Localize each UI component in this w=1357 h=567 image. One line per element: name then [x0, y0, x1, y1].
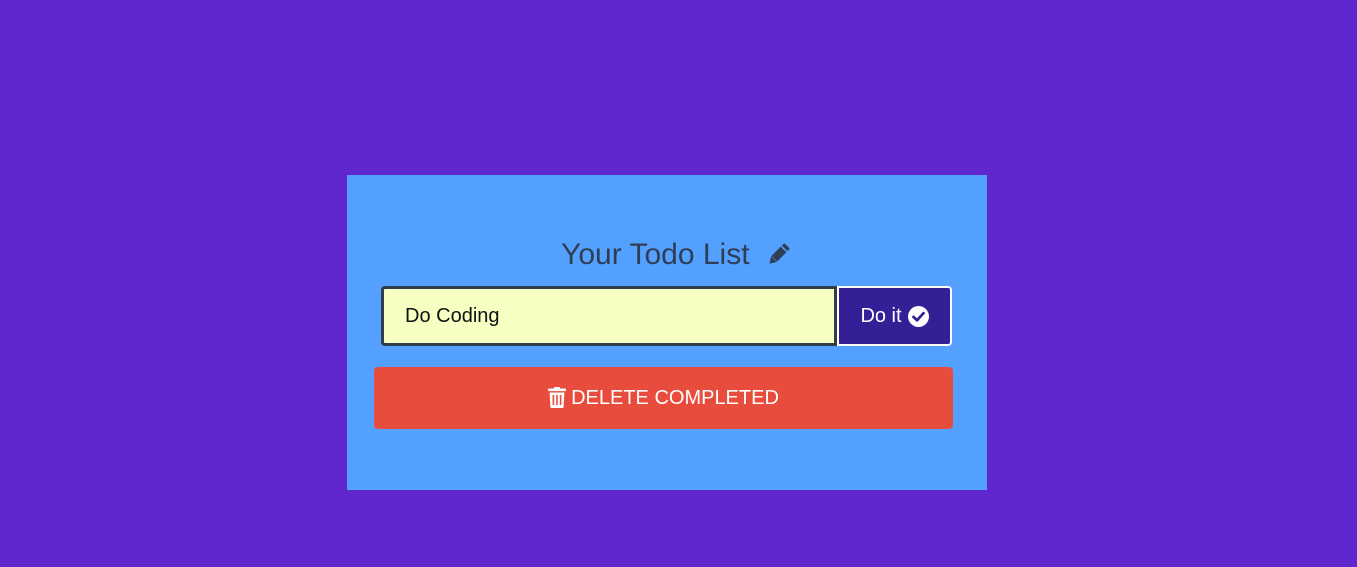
- delete-completed-button[interactable]: DELETE COMPLETED: [374, 367, 953, 429]
- todo-form: Do it: [381, 286, 952, 346]
- trash-icon: [548, 386, 567, 409]
- page-header: Your Todo List: [0, 234, 1357, 275]
- pencil-icon: [764, 237, 796, 269]
- check-circle-icon: [907, 305, 929, 327]
- todo-input[interactable]: [381, 286, 837, 346]
- do-it-button[interactable]: Do it: [837, 286, 952, 346]
- do-it-label: Do it: [860, 304, 902, 327]
- delete-completed-label: DELETE COMPLETED: [571, 386, 779, 409]
- page-title: Your Todo List: [561, 238, 750, 272]
